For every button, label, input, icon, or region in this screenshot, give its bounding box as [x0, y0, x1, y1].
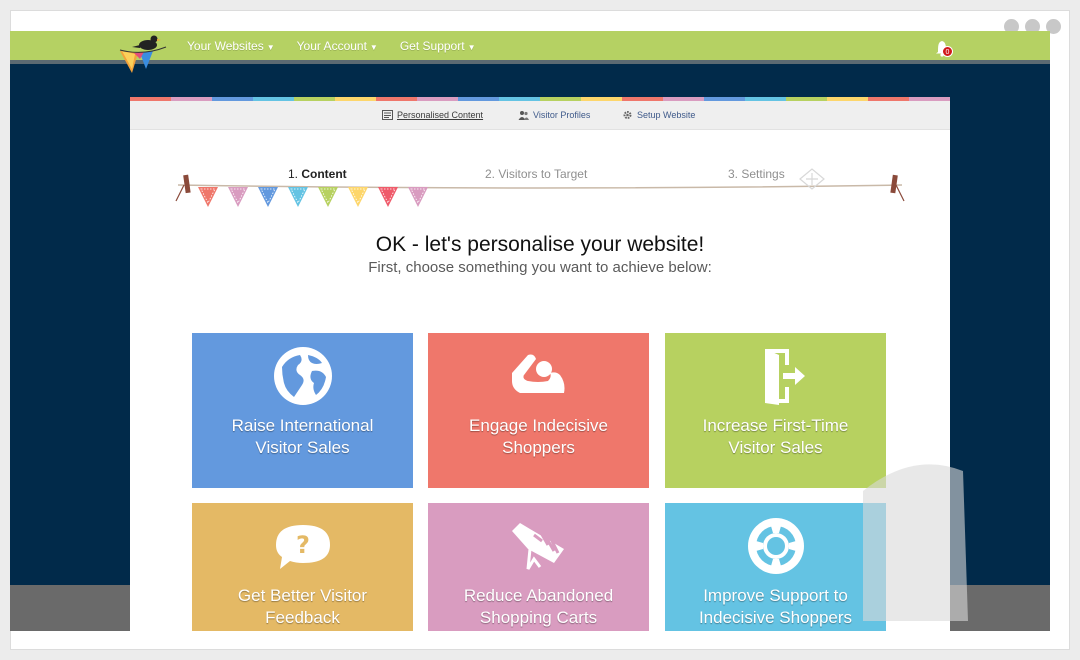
globe-icon [274, 347, 332, 405]
page-subtitle: First, choose something you want to achi… [368, 259, 712, 276]
users-icon [518, 111, 529, 120]
step-content[interactable]: 1. Content [288, 167, 347, 181]
subnav-personalised-content[interactable]: Personalised Content [382, 110, 483, 120]
goal-card-title: Increase First-Time Visitor Sales [673, 415, 878, 459]
content-icon [382, 110, 393, 120]
nav-your-account[interactable]: Your Account ▼ [297, 39, 378, 53]
goal-title-line1: Get Better Visitor [237, 586, 368, 605]
goal-card-feedback[interactable]: ? Get Better Visitor Feedback [192, 503, 413, 631]
relaxing-person-icon [512, 354, 565, 393]
caret-down-icon: ▼ [467, 43, 476, 52]
step-label: Content [301, 167, 347, 181]
goal-title-line1: Increase First-Time [702, 416, 849, 435]
goal-title-line1: Improve Support to [703, 586, 848, 605]
nav-your-websites[interactable]: Your Websites ▼ [187, 39, 275, 53]
secondary-nav: Personalised Content Visitor Profiles Se… [130, 101, 950, 130]
caret-down-icon: ▼ [369, 43, 378, 52]
goal-card-indecisive[interactable]: Engage Indecisive Shoppers [428, 333, 649, 488]
subnav-label: Visitor Profiles [533, 110, 591, 120]
goal-card-title: Raise International Visitor Sales [200, 415, 405, 459]
nav-get-support[interactable]: Get Support ▼ [400, 39, 476, 53]
main-nav: Your Websites ▼ Your Account ▼ Get Support… [187, 39, 475, 53]
page-title: OK - let's personalise your website! [375, 233, 705, 256]
nav-label: Your Account [296, 39, 367, 53]
goal-title-line2: Visitor Sales [255, 438, 350, 457]
goal-card-title: Reduce Abandoned Shopping Carts [436, 585, 641, 629]
shopping-cart-icon [512, 523, 564, 570]
notification-count-badge: 0 [942, 46, 953, 57]
step-number: 1. [288, 167, 299, 181]
goal-title-line2: Shopping Carts [479, 608, 598, 627]
goal-title-line2: Indecisive Shoppers [698, 608, 853, 627]
goal-title-line2: Visitor Sales [728, 438, 823, 457]
subnav-label: Personalised Content [397, 110, 484, 120]
gear-icon [623, 111, 632, 119]
door-exit-icon [765, 349, 805, 405]
goal-title-line1: Raise International [231, 416, 374, 435]
lifebuoy-icon [748, 518, 804, 574]
nav-label: Get Support [399, 39, 465, 53]
goal-card-title: Improve Support to Indecisive Shoppers [673, 585, 878, 629]
subnav-visitor-profiles[interactable]: Visitor Profiles [518, 110, 590, 120]
setup-panel: Personalised Content Visitor Profiles Se… [130, 97, 950, 631]
step-label: Visitors to Target [498, 167, 588, 181]
app-viewport: 0 Your Websites ▼ Your Account ▼ Get Suppo… [10, 31, 1050, 631]
step-label: Settings [741, 167, 785, 181]
subnav-label: Setup Website [637, 110, 696, 120]
svg-text:?: ? [296, 531, 310, 559]
step-visitors-to-target[interactable]: 2. Visitors to Target [485, 167, 587, 181]
goal-title-line2: Shoppers [502, 438, 575, 457]
goal-title-line1: Engage Indecisive [469, 416, 608, 435]
goal-title-line1: Reduce Abandoned [463, 586, 614, 605]
goal-card-international[interactable]: Raise International Visitor Sales [192, 333, 413, 488]
caret-down-icon: ▼ [266, 43, 275, 52]
step-number: 2. [485, 167, 496, 181]
goal-card-title: Engage Indecisive Shoppers [436, 415, 641, 459]
step-settings[interactable]: 3. Settings [728, 167, 785, 181]
goal-card-abandoned-carts[interactable]: Reduce Abandoned Shopping Carts [428, 503, 649, 631]
nav-label: Your Websites [187, 39, 264, 53]
megaphone-decoration-icon [863, 464, 968, 621]
question-bubble-icon: ? [276, 525, 330, 569]
goal-card-title: Get Better Visitor Feedback [200, 585, 405, 629]
subnav-setup-website[interactable]: Setup Website [622, 110, 695, 120]
bird-logo-icon[interactable] [118, 33, 168, 77]
step-number: 3. [728, 167, 739, 181]
goal-title-line2: Feedback [265, 608, 340, 627]
